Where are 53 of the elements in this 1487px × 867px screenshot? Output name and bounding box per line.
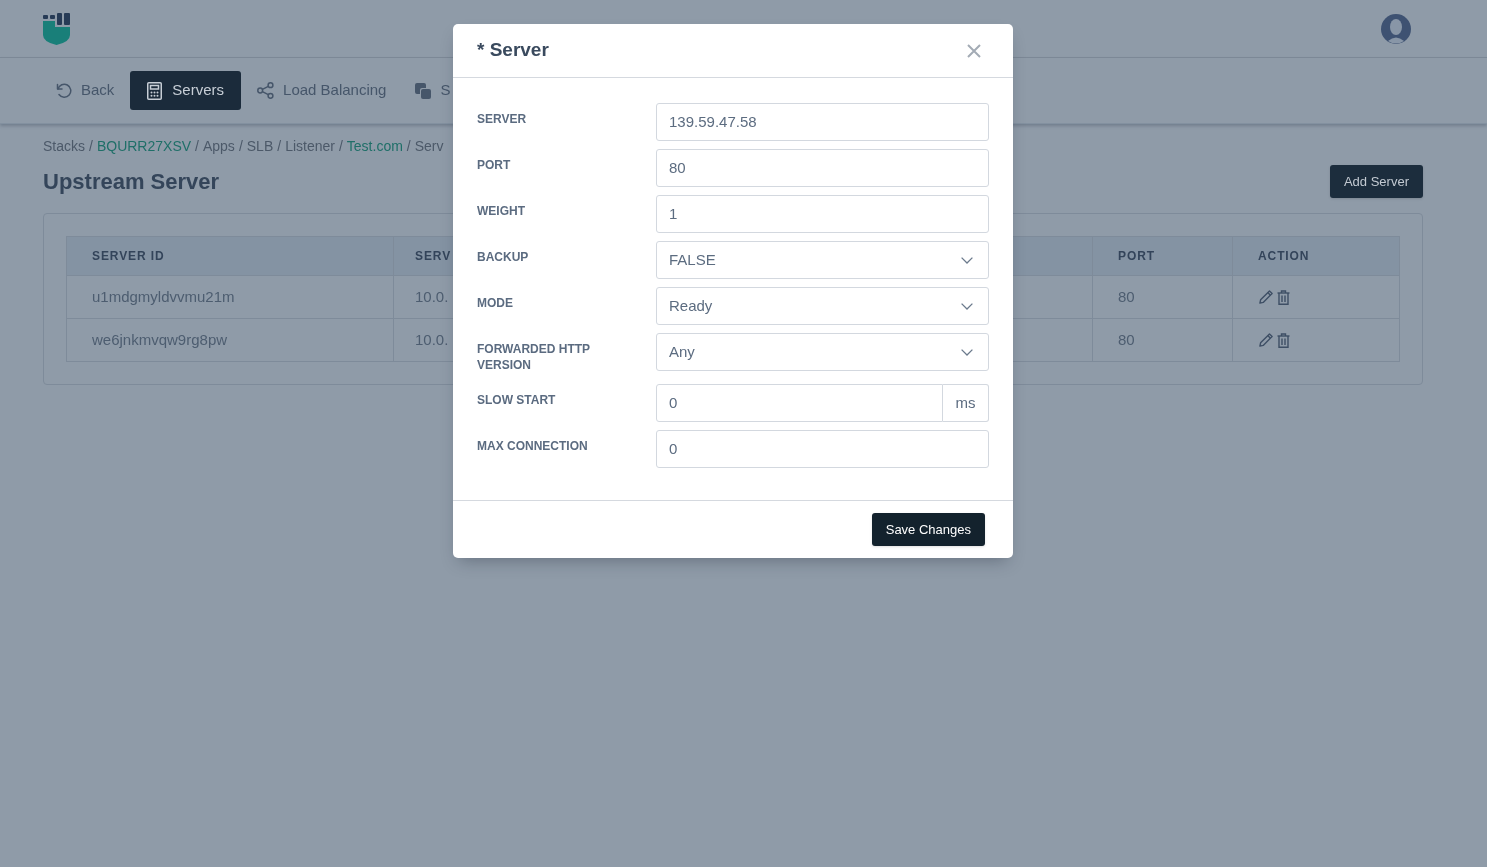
copy-icon [415, 82, 432, 99]
field-label: MODE [477, 295, 514, 312]
input-field[interactable]: 0 [656, 430, 989, 468]
input-field[interactable]: 1 [656, 195, 989, 233]
field-label: MAX CONNECTION [477, 438, 589, 455]
field-label: WEIGHT [477, 203, 526, 220]
table-cell: u1mdgmyldvvmu21m [67, 276, 394, 319]
select-field[interactable]: Ready [656, 287, 989, 325]
input-field[interactable]: 80 [656, 149, 989, 187]
undo-icon [56, 82, 72, 99]
calculator-icon [147, 81, 163, 100]
select-field[interactable]: FALSE [656, 241, 989, 279]
trash-icon[interactable] [1277, 332, 1290, 348]
chevron-down-icon [961, 302, 973, 310]
logo-icon[interactable] [43, 12, 70, 45]
table-cell: 80 [1093, 319, 1233, 362]
column-header: PORT [1093, 237, 1233, 276]
field-label: SLOW START [477, 392, 557, 409]
breadcrumb-item: Listener [285, 136, 335, 156]
table-cell: 80 [1093, 276, 1233, 319]
chevron-down-icon [961, 348, 973, 356]
column-header: SERVER ID [67, 237, 394, 276]
field-label: PORT [477, 157, 512, 174]
pencil-icon[interactable] [1259, 290, 1273, 304]
breadcrumb-item: Apps [202, 136, 235, 156]
breadcrumb-separator: / [238, 136, 243, 156]
field-label: BACKUP [477, 249, 530, 266]
input-field[interactable]: 0 [656, 384, 943, 422]
breadcrumb-item: SLB [246, 136, 274, 156]
share-icon [257, 82, 275, 99]
chevron-down-icon [961, 256, 973, 264]
add-server-button[interactable]: Add Server [1329, 165, 1423, 198]
avatar-icon[interactable] [1381, 13, 1411, 44]
close-icon[interactable] [967, 43, 981, 58]
save-button[interactable]: Save Changes [871, 513, 985, 546]
breadcrumb-separator: / [195, 136, 199, 156]
nav-tab[interactable]: Servers [130, 71, 242, 110]
select-field[interactable]: Any [656, 333, 989, 371]
breadcrumb-separator: / [406, 136, 411, 156]
trash-icon[interactable] [1277, 289, 1290, 305]
breadcrumb-item: Stacks [43, 136, 85, 156]
pencil-icon[interactable] [1259, 333, 1273, 347]
breadcrumb-separator: / [89, 136, 93, 156]
unit-addon: ms [943, 384, 989, 422]
input-field[interactable]: 139.59.47.58 [656, 103, 989, 141]
page-title: Upstream Server [43, 168, 220, 196]
breadcrumb-separator: / [338, 136, 343, 156]
breadcrumb-item: Serv [414, 136, 444, 156]
breadcrumb-separator: / [277, 136, 282, 156]
field-label: SERVER [477, 111, 528, 128]
modal-title: * Server [477, 38, 549, 63]
column-header: ACTION [1233, 237, 1400, 276]
table-cell: we6jnkmvqw9rg8pw [67, 319, 394, 362]
